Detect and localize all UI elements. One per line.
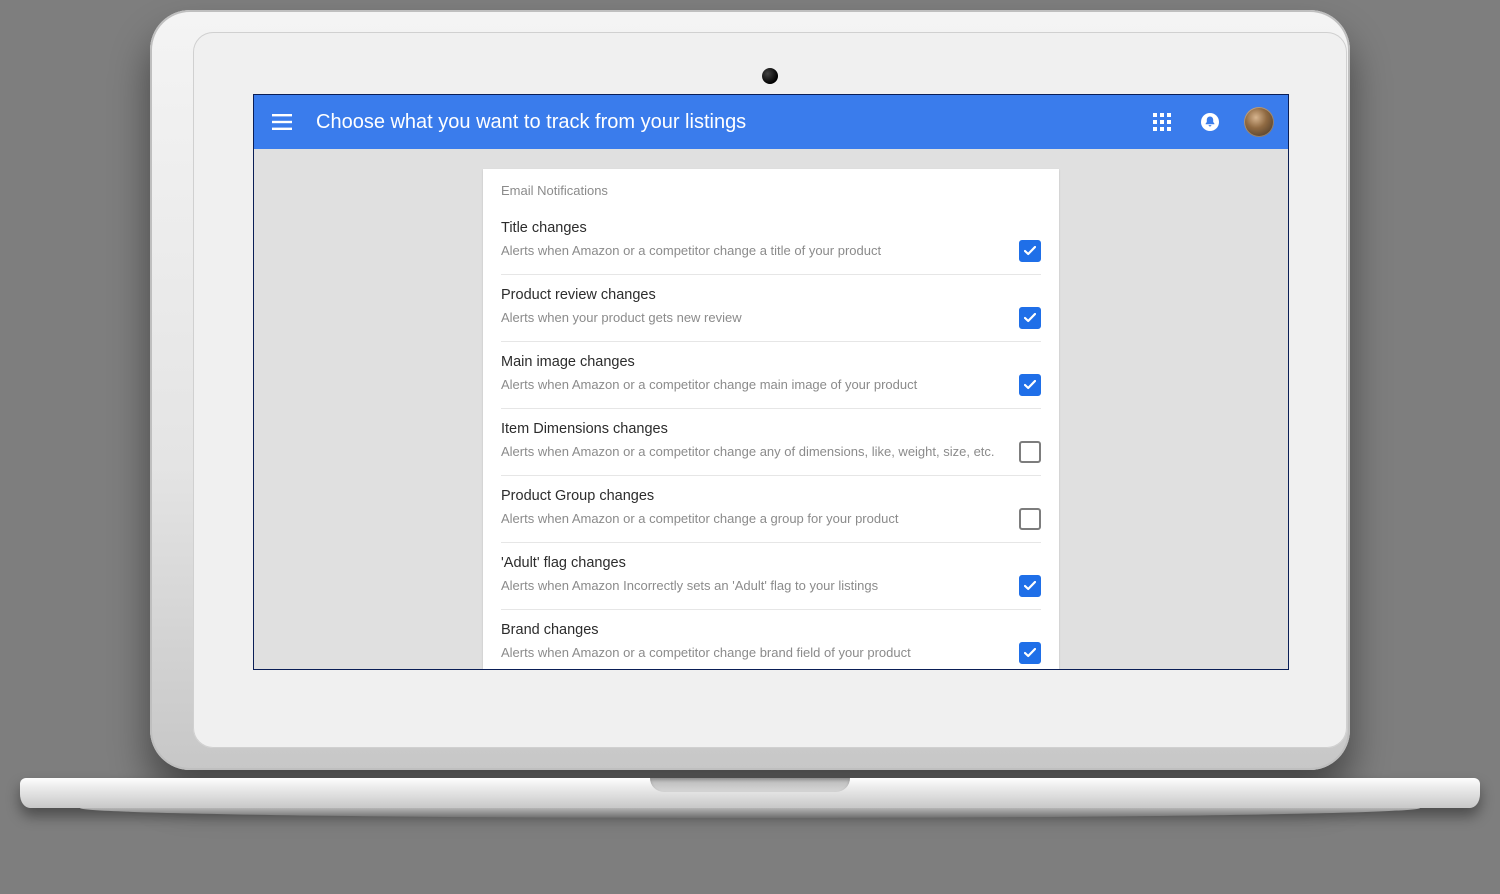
setting-description: Alerts when Amazon Incorrectly sets an '… [501,577,1005,595]
laptop-frame: Choose what you want to track from your … [130,10,1370,800]
avatar[interactable] [1244,107,1274,137]
setting-title: Item Dimensions changes [501,421,1005,437]
setting-checkbox[interactable] [1019,307,1041,329]
page-title: Choose what you want to track from your … [316,111,746,134]
setting-checkbox[interactable] [1019,240,1041,262]
camera-icon [762,68,778,84]
setting-checkbox[interactable] [1019,508,1041,530]
apps-grid-icon[interactable] [1148,108,1176,136]
setting-description: Alerts when your product gets new review [501,309,1005,327]
settings-card: Email Notifications Title changes Alerts … [483,169,1059,669]
setting-description: Alerts when Amazon or a competitor chang… [501,510,1005,528]
section-label: Email Notifications [501,183,1041,198]
content-area: Email Notifications Title changes Alerts … [254,149,1288,669]
setting-title: Brand changes [501,622,1005,638]
setting-title: Product review changes [501,287,1005,303]
setting-title: 'Adult' flag changes [501,555,1005,571]
setting-row: 'Adult' flag changes Alerts when Amazon I… [501,543,1041,610]
setting-row: Brand changes Alerts when Amazon or a com… [501,610,1041,669]
setting-title: Product Group changes [501,488,1005,504]
setting-row: Title changes Alerts when Amazon or a com… [501,208,1041,275]
menu-icon[interactable] [268,108,296,136]
setting-row: Product review changes Alerts when your p… [501,275,1041,342]
laptop-base [20,778,1480,840]
setting-row: Main image changes Alerts when Amazon or … [501,342,1041,409]
setting-checkbox[interactable] [1019,441,1041,463]
setting-row: Item Dimensions changes Alerts when Amazo… [501,409,1041,476]
setting-description: Alerts when Amazon or a competitor chang… [501,242,1005,260]
app-screen: Choose what you want to track from your … [253,94,1289,670]
laptop-lid: Choose what you want to track from your … [150,10,1350,770]
setting-description: Alerts when Amazon or a competitor chang… [501,443,1005,461]
app-bar: Choose what you want to track from your … [254,95,1288,149]
notifications-icon[interactable] [1196,108,1224,136]
setting-checkbox[interactable] [1019,374,1041,396]
setting-row: Product Group changes Alerts when Amazon … [501,476,1041,543]
setting-title: Title changes [501,220,1005,236]
setting-checkbox[interactable] [1019,642,1041,664]
setting-description: Alerts when Amazon or a competitor chang… [501,644,1005,662]
setting-checkbox[interactable] [1019,575,1041,597]
setting-title: Main image changes [501,354,1005,370]
screen-bezel: Choose what you want to track from your … [193,32,1347,748]
setting-description: Alerts when Amazon or a competitor chang… [501,376,1005,394]
